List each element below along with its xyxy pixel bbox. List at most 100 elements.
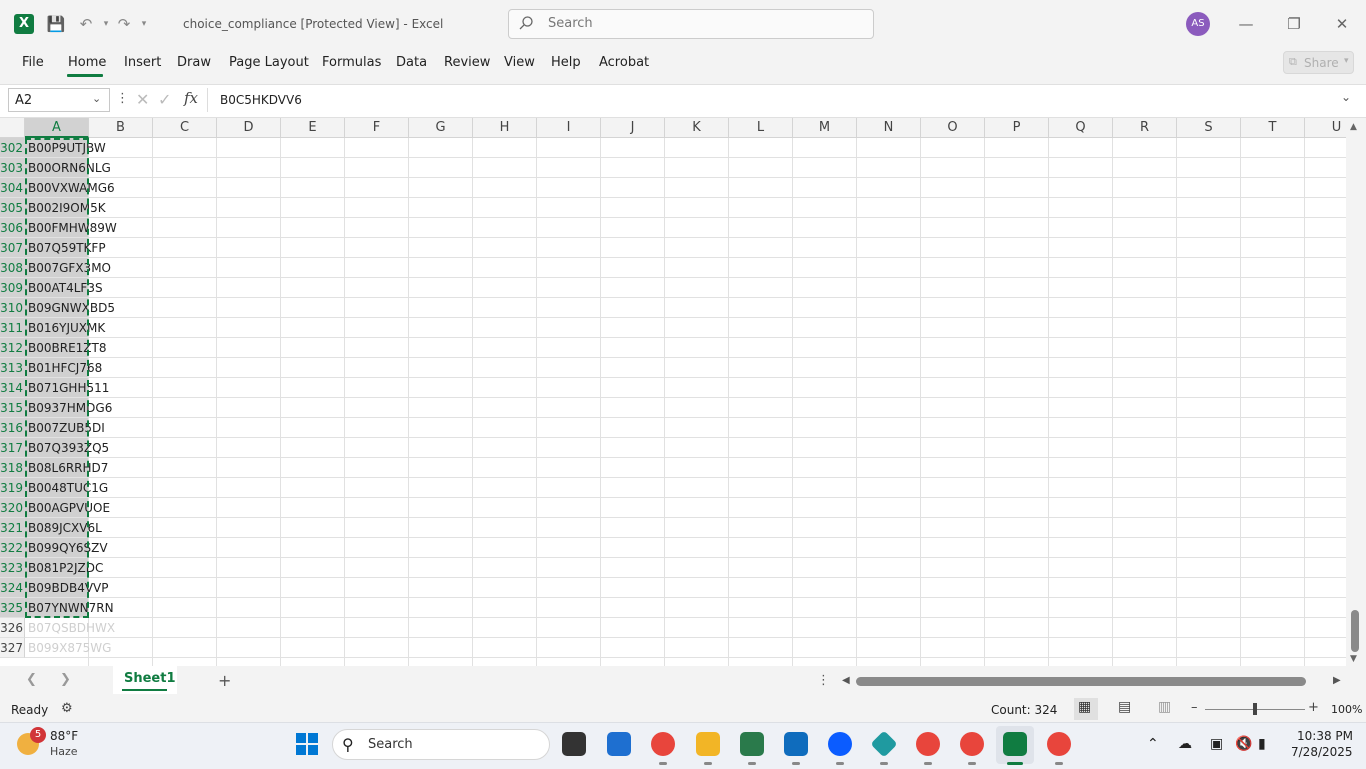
clock-time[interactable]: 10:38 PM [1297, 729, 1353, 743]
expand-formula-bar-icon[interactable]: ⌄ [1341, 90, 1351, 104]
more-options-icon[interactable]: ⋮ [116, 91, 129, 106]
windows-start-icon[interactable] [296, 733, 318, 755]
display-icon[interactable]: ▣ [1210, 736, 1223, 752]
row-header[interactable]: 323 [0, 558, 25, 578]
column-header-d[interactable]: D [217, 118, 281, 138]
chrome-icon[interactable] [651, 732, 675, 756]
select-all-corner[interactable] [0, 118, 25, 138]
chrome-profile-icon[interactable] [960, 732, 984, 756]
tab-review[interactable]: Review [444, 55, 490, 70]
cancel-entry-icon[interactable]: ✕ [136, 90, 149, 109]
tab-page-layout[interactable]: Page Layout [229, 55, 309, 70]
row-header[interactable]: 326 [0, 618, 25, 638]
row-header[interactable]: 327 [0, 638, 25, 658]
scroll-left-icon[interactable]: ◀ [842, 675, 850, 686]
formula-input[interactable]: B0C5HKDVV6 [220, 93, 302, 107]
chevron-down-icon[interactable]: ⌄ [92, 92, 101, 105]
row-header[interactable]: 316 [0, 418, 25, 438]
task-view-icon[interactable] [562, 732, 586, 756]
column-header-f[interactable]: F [345, 118, 409, 138]
worksheet-grid[interactable]: ABCDEFGHIJKLMNOPQRSTU 302 B00P9UTJBW 303 B0… [0, 118, 1346, 666]
column-header-i[interactable]: I [537, 118, 601, 138]
column-header-q[interactable]: Q [1049, 118, 1113, 138]
outlook-icon[interactable] [784, 732, 808, 756]
account-avatar[interactable]: AS [1186, 12, 1210, 36]
add-sheet-icon[interactable]: + [218, 671, 231, 690]
clock-date[interactable]: 7/28/2025 [1291, 745, 1353, 759]
row-header[interactable]: 302 [0, 138, 25, 158]
column-header-p[interactable]: P [985, 118, 1049, 138]
tab-acrobat[interactable]: Acrobat [599, 55, 649, 70]
tab-draw[interactable]: Draw [177, 55, 211, 70]
row-header[interactable]: 318 [0, 458, 25, 478]
weather-condition[interactable]: Haze [50, 745, 78, 758]
zoom-slider-handle[interactable] [1253, 703, 1257, 715]
row-header[interactable]: 308 [0, 258, 25, 278]
page-layout-view-icon[interactable]: ▤ [1118, 699, 1131, 715]
row-header[interactable]: 306 [0, 218, 25, 238]
share-button[interactable]: ⧉ Share ▾ [1283, 51, 1354, 74]
row-header[interactable]: 303 [0, 158, 25, 178]
redo-dropdown-icon[interactable]: ▾ [134, 14, 154, 34]
page-break-view-icon[interactable]: ▥ [1158, 699, 1171, 715]
speaker-muted-icon[interactable]: 🔇 [1235, 736, 1252, 752]
column-header-l[interactable]: L [729, 118, 793, 138]
chrome-profile-icon[interactable] [1047, 732, 1071, 756]
row-header[interactable]: 321 [0, 518, 25, 538]
tab-file[interactable]: File [22, 55, 44, 70]
excel-taskbar-icon[interactable] [1003, 732, 1027, 756]
confirm-entry-icon[interactable]: ✓ [158, 90, 171, 109]
cell-a[interactable]: B099X875WG [28, 638, 111, 658]
row-header[interactable]: 305 [0, 198, 25, 218]
column-header-u[interactable]: U [1305, 118, 1346, 138]
column-header-m[interactable]: M [793, 118, 857, 138]
column-header-b[interactable]: B [89, 118, 153, 138]
tab-home[interactable]: Home [68, 55, 106, 70]
calculator-icon[interactable] [740, 732, 764, 756]
chevron-up-icon[interactable]: ⌃ [1147, 736, 1159, 752]
restore-icon[interactable]: ❐ [1282, 12, 1306, 36]
tab-view[interactable]: View [504, 55, 535, 70]
tab-help[interactable]: Help [551, 55, 581, 70]
chrome-profile-icon[interactable] [916, 732, 940, 756]
zoom-out-icon[interactable]: – [1191, 700, 1198, 715]
row-header[interactable]: 324 [0, 578, 25, 598]
cell-a[interactable]: B07QSBDHWX [28, 618, 115, 638]
row-header[interactable]: 311 [0, 318, 25, 338]
row-header[interactable]: 314 [0, 378, 25, 398]
battery-icon[interactable]: ▮ [1258, 736, 1266, 752]
row-header[interactable]: 312 [0, 338, 25, 358]
undo-dropdown-icon[interactable]: ▾ [96, 14, 116, 34]
row-header[interactable]: 320 [0, 498, 25, 518]
file-explorer-icon[interactable] [696, 732, 720, 756]
row-header[interactable]: 309 [0, 278, 25, 298]
column-header-n[interactable]: N [857, 118, 921, 138]
column-header-j[interactable]: J [601, 118, 665, 138]
vertical-scrollbar[interactable] [1346, 118, 1366, 666]
onedrive-offline-icon[interactable]: ☁ [1178, 736, 1192, 752]
vertical-scroll-thumb[interactable] [1351, 610, 1359, 652]
row-header[interactable]: 322 [0, 538, 25, 558]
close-icon[interactable]: ✕ [1330, 12, 1354, 36]
save-icon[interactable]: 💾 [46, 14, 66, 34]
column-header-c[interactable]: C [153, 118, 217, 138]
zoom-app-icon[interactable] [828, 732, 852, 756]
previous-sheet-icon[interactable]: ❮ [26, 672, 37, 687]
weather-temperature[interactable]: 88°F [50, 729, 78, 743]
column-header-r[interactable]: R [1113, 118, 1177, 138]
undo-icon[interactable]: ↶ [76, 14, 96, 34]
column-header-a[interactable]: A [25, 118, 89, 138]
next-sheet-icon[interactable]: ❯ [60, 672, 71, 687]
tab-insert[interactable]: Insert [124, 55, 161, 70]
taskbar-search[interactable] [332, 729, 550, 760]
redo-icon[interactable]: ↷ [114, 14, 134, 34]
tab-data[interactable]: Data [396, 55, 427, 70]
minimize-icon[interactable]: — [1234, 12, 1258, 36]
zoom-level[interactable]: 100% [1331, 703, 1362, 716]
column-header-h[interactable]: H [473, 118, 537, 138]
column-header-k[interactable]: K [665, 118, 729, 138]
row-header[interactable]: 317 [0, 438, 25, 458]
row-header[interactable]: 315 [0, 398, 25, 418]
tab-formulas[interactable]: Formulas [322, 55, 381, 70]
row-header[interactable]: 313 [0, 358, 25, 378]
